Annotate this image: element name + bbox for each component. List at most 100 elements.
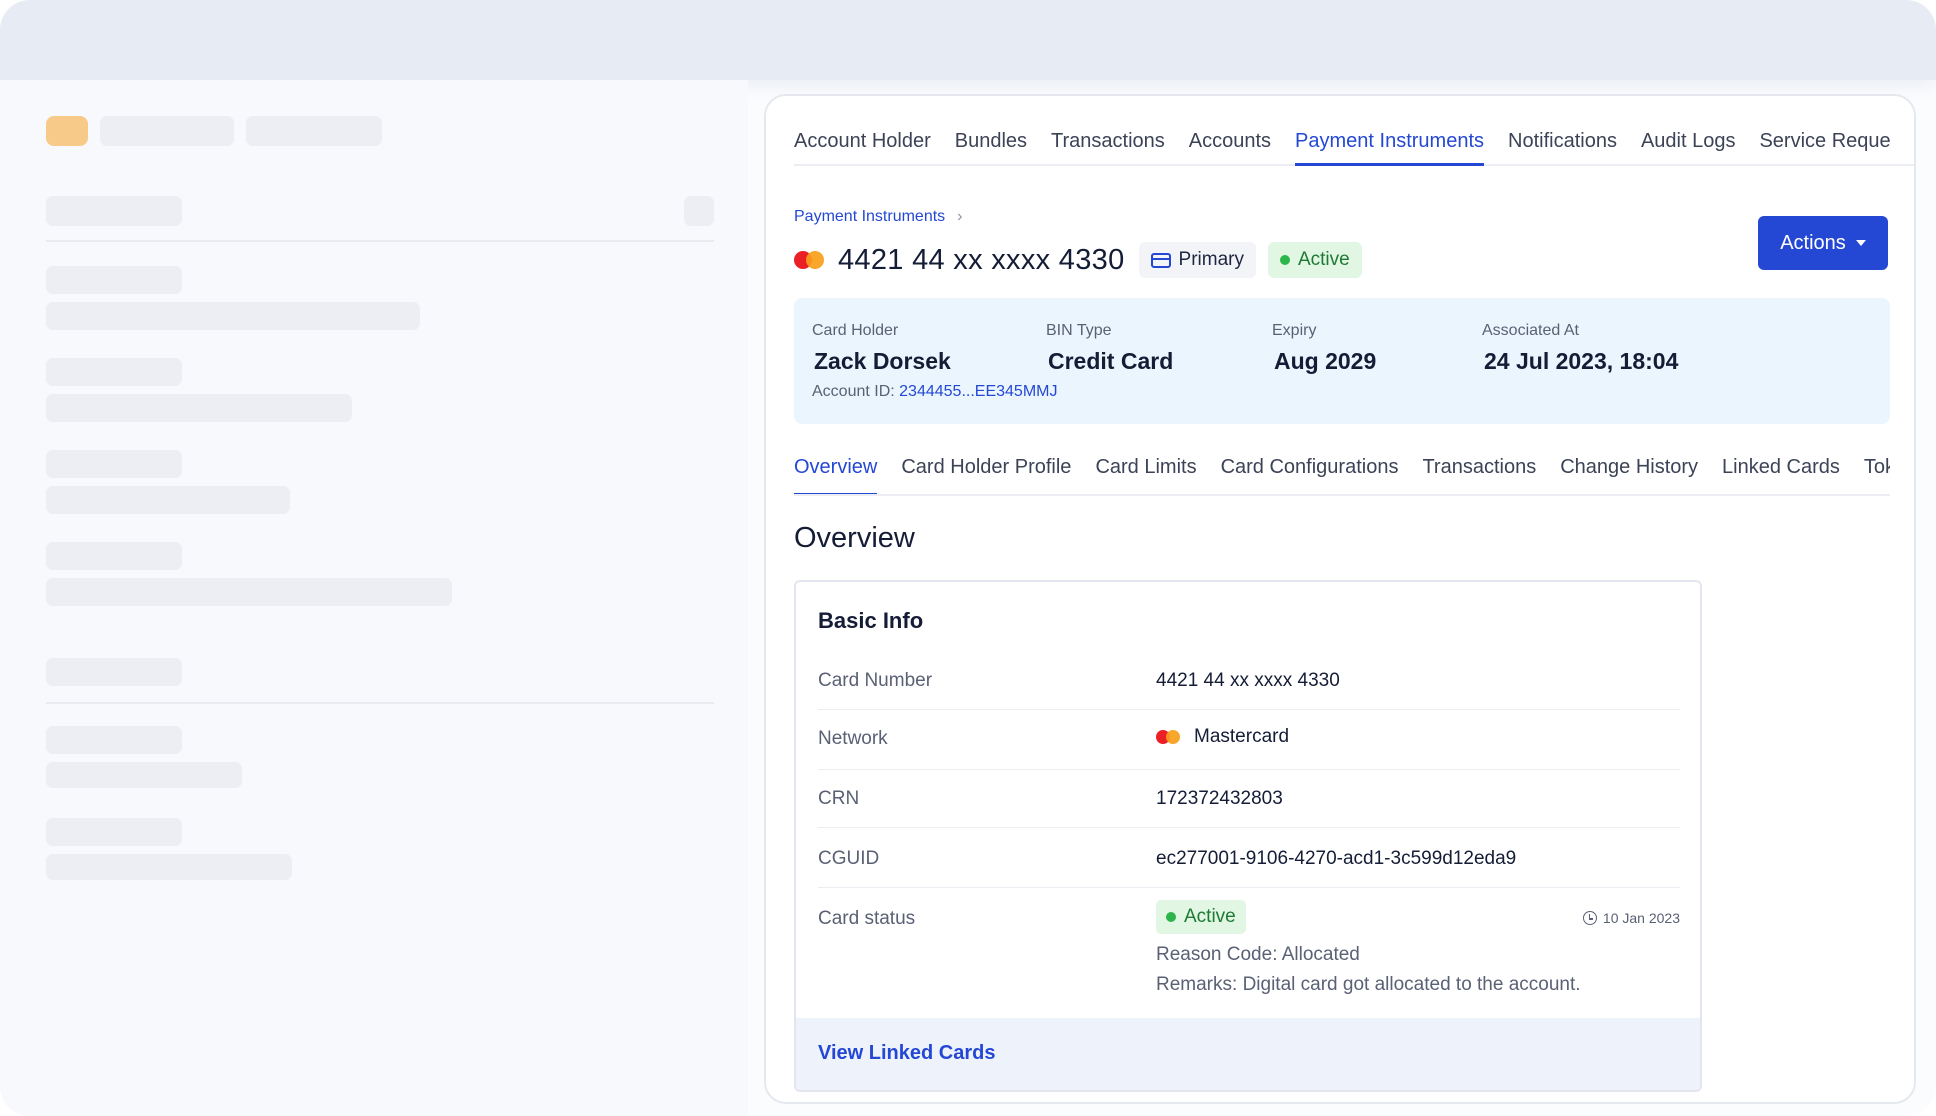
status-date-text: 10 Jan 2023 bbox=[1602, 910, 1680, 926]
skeleton-block bbox=[46, 486, 290, 514]
tab-overview[interactable]: Overview bbox=[794, 456, 878, 494]
remarks: Remarks: Digital card got allocated to t… bbox=[1156, 974, 1581, 995]
card-holder-value: Zack Dorsek bbox=[814, 348, 951, 374]
crn-value: 172372432803 bbox=[1156, 788, 1283, 809]
bin-type-value: Credit Card bbox=[1048, 348, 1174, 374]
tab-accounts[interactable]: Accounts bbox=[1189, 96, 1271, 164]
card-status-value: Active bbox=[1156, 900, 1246, 934]
summary-expiry: Expiry Aug 2029 bbox=[1272, 322, 1376, 375]
skeleton-block bbox=[46, 762, 242, 788]
mastercard-icon bbox=[1156, 730, 1180, 744]
network-value: Mastercard bbox=[1156, 726, 1289, 748]
card-header: 4421 44 xx xxxx 4330 Primary Active bbox=[794, 240, 1362, 280]
skeleton-block bbox=[46, 854, 292, 880]
breadcrumb-link[interactable]: Payment Instruments bbox=[794, 208, 945, 226]
skeleton-block bbox=[46, 394, 352, 422]
actions-button-label: Actions bbox=[1780, 231, 1846, 254]
credit-card-icon bbox=[1150, 252, 1171, 268]
card-number-value: 4421 44 xx xxxx 4330 bbox=[1156, 670, 1340, 691]
skeleton-block bbox=[46, 266, 182, 294]
section-title: Overview bbox=[794, 522, 915, 554]
info-row-card-number: Card Number 4421 44 xx xxxx 4330 bbox=[818, 652, 1680, 710]
tab-card-holder-profile[interactable]: Card Holder Profile bbox=[901, 456, 1071, 494]
status-dot-icon bbox=[1279, 255, 1290, 265]
status-badge-label: Active bbox=[1297, 249, 1350, 270]
tab-card-configurations[interactable]: Card Configurations bbox=[1221, 456, 1399, 494]
associated-at-label: Associated At bbox=[1482, 322, 1579, 339]
skeleton-block bbox=[46, 658, 182, 686]
card-summary: Card Holder Zack Dorsek Account ID: 2344… bbox=[794, 298, 1890, 424]
status-dot-icon bbox=[1166, 912, 1176, 922]
actions-button[interactable]: Actions bbox=[1758, 216, 1888, 270]
skeleton-block bbox=[46, 818, 182, 846]
clock-icon bbox=[1582, 911, 1597, 925]
caret-down-icon bbox=[1855, 240, 1866, 246]
expiry-label: Expiry bbox=[1272, 322, 1317, 339]
tab-change-history[interactable]: Change History bbox=[1560, 456, 1698, 494]
info-row-crn: CRN 172372432803 bbox=[818, 770, 1680, 828]
info-row-network: Network Mastercard bbox=[818, 710, 1680, 770]
app-window: Account Holder Bundles Transactions Acco… bbox=[0, 0, 1936, 1116]
status-date: 10 Jan 2023 bbox=[1582, 910, 1680, 926]
info-row-card-status: Card status Active 10 Jan 2023 Reason Co… bbox=[818, 888, 1680, 1018]
tab-card-limits[interactable]: Card Limits bbox=[1095, 456, 1196, 494]
account-id-label: Account ID: bbox=[812, 383, 895, 400]
tab-payment-instruments[interactable]: Payment Instruments bbox=[1295, 96, 1484, 166]
summary-associated-at: Associated At 24 Jul 2023, 18:04 bbox=[1482, 322, 1678, 375]
card-status-badge: Active bbox=[1156, 900, 1246, 934]
skeleton-block bbox=[46, 358, 182, 386]
blurred-sidebar bbox=[0, 80, 748, 1116]
card-holder-label: Card Holder bbox=[812, 322, 899, 339]
tab-notifications[interactable]: Notifications bbox=[1508, 96, 1617, 164]
info-row-cguid: CGUID ec277001-9106-4270-acd1-3c599d12ed… bbox=[818, 828, 1680, 888]
view-linked-cards-link[interactable]: View Linked Cards bbox=[818, 1042, 995, 1065]
card-number-title: 4421 44 xx xxxx 4330 bbox=[838, 243, 1125, 276]
cguid-value: ec277001-9106-4270-acd1-3c599d12eda9 bbox=[1156, 848, 1517, 869]
breadcrumb: Payment Instruments › bbox=[794, 208, 963, 226]
network-label: Network bbox=[818, 728, 888, 749]
account-id: Account ID: 2344455...EE345MMJ bbox=[812, 383, 1057, 401]
skeleton-block bbox=[46, 578, 452, 606]
card-status-label: Card status bbox=[818, 908, 916, 929]
skeleton-block bbox=[46, 542, 182, 570]
payment-instrument-panel: Account Holder Bundles Transactions Acco… bbox=[764, 94, 1916, 1104]
tab-transactions[interactable]: Transactions bbox=[1051, 96, 1165, 164]
associated-at-value: 24 Jul 2023, 18:04 bbox=[1484, 348, 1679, 374]
tab-audit-logs[interactable]: Audit Logs bbox=[1641, 96, 1736, 164]
mastercard-icon bbox=[794, 251, 824, 269]
basic-info-title: Basic Info bbox=[818, 608, 924, 633]
card-number-label: Card Number bbox=[818, 670, 933, 691]
card-status-badge-label: Active bbox=[1184, 906, 1236, 927]
reason-code: Reason Code: Allocated bbox=[1156, 944, 1360, 965]
skeleton-block bbox=[684, 196, 714, 226]
bin-type-label: BIN Type bbox=[1046, 322, 1112, 339]
chevron-right-icon: › bbox=[957, 208, 963, 225]
account-id-link[interactable]: 2344455...EE345MMJ bbox=[899, 383, 1057, 400]
tab-account-holder[interactable]: Account Holder bbox=[794, 96, 931, 164]
detail-tab-bar: Overview Card Holder Profile Card Limits… bbox=[794, 456, 1890, 496]
summary-bin-type: BIN Type Credit Card bbox=[1046, 322, 1173, 375]
skeleton-block bbox=[46, 196, 182, 226]
logo-placeholder bbox=[46, 116, 88, 146]
primary-badge-label: Primary bbox=[1178, 249, 1244, 270]
status-badge: Active bbox=[1267, 242, 1362, 278]
crn-label: CRN bbox=[818, 788, 860, 809]
basic-info-card: Basic Info Card Number 4421 44 xx xxxx 4… bbox=[794, 580, 1702, 1092]
top-bar bbox=[0, 0, 1936, 80]
tab-tokens[interactable]: Toke bbox=[1864, 456, 1890, 494]
tab-linked-cards[interactable]: Linked Cards bbox=[1722, 456, 1840, 494]
tab-service-requests[interactable]: Service Reque bbox=[1759, 96, 1890, 164]
skeleton-block bbox=[46, 302, 420, 330]
skeleton-block bbox=[46, 726, 182, 754]
basic-info-footer: View Linked Cards bbox=[796, 1018, 1700, 1090]
tab-bundles[interactable]: Bundles bbox=[955, 96, 1027, 164]
divider bbox=[46, 240, 714, 242]
divider bbox=[46, 702, 714, 704]
skeleton-block bbox=[100, 116, 234, 146]
expiry-value: Aug 2029 bbox=[1274, 348, 1377, 374]
skeleton-block bbox=[46, 450, 182, 478]
tab-card-transactions[interactable]: Transactions bbox=[1422, 456, 1536, 494]
top-tab-bar: Account Holder Bundles Transactions Acco… bbox=[794, 96, 1914, 166]
primary-badge: Primary bbox=[1138, 242, 1256, 278]
skeleton-block bbox=[246, 116, 382, 146]
